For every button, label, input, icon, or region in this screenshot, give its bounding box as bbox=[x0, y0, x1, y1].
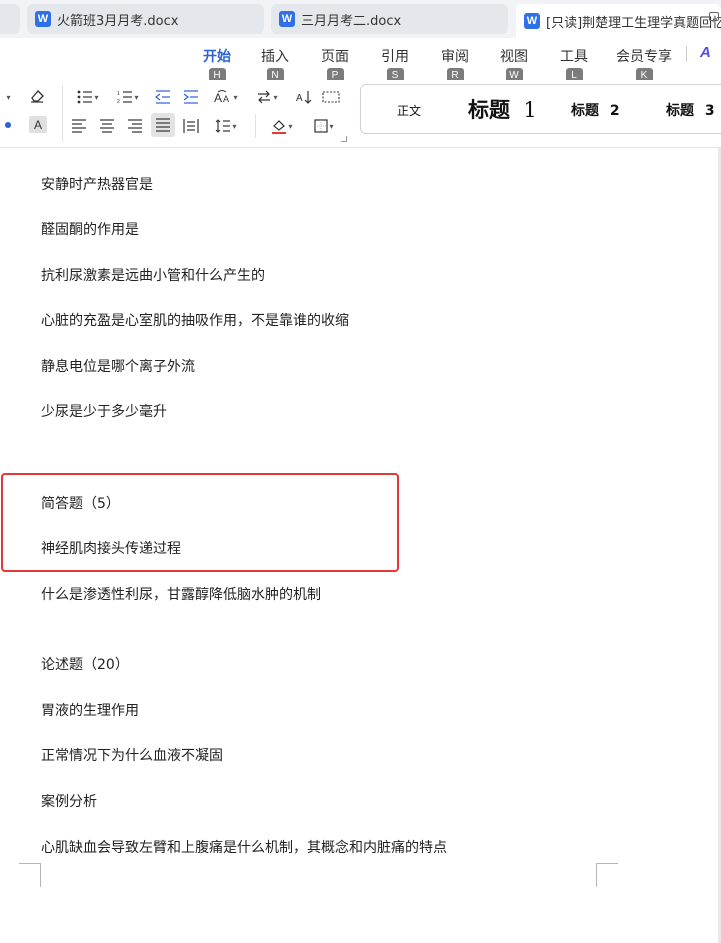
document-paragraph[interactable]: 正常情况下为什么血液不凝固 bbox=[41, 745, 223, 765]
style-gallery: 正文 标题 1 标题 2 标题 3 bbox=[360, 84, 721, 134]
document-paragraph[interactable]: 案例分析 bbox=[41, 791, 97, 811]
document-paragraph[interactable]: 少尿是少于多少毫升 bbox=[41, 401, 167, 421]
menu-insert[interactable]: 插入 N bbox=[261, 46, 289, 83]
tab-screen-icon[interactable] bbox=[709, 12, 719, 21]
text-direction-icon[interactable]: ▾ bbox=[252, 88, 282, 106]
bullet-list-icon[interactable]: ▾ bbox=[72, 88, 104, 106]
menu-home-label: 开始 bbox=[203, 49, 231, 65]
word-icon: W bbox=[279, 11, 295, 27]
document-tab-active[interactable]: W [只读]荆楚理工生理学真题回忆 bbox=[516, 4, 721, 38]
style-normal[interactable]: 正文 bbox=[397, 102, 421, 119]
menu-insert-label: 插入 bbox=[261, 49, 289, 65]
style-heading-2[interactable]: 标题 2 bbox=[571, 100, 620, 120]
increase-indent-icon[interactable] bbox=[181, 88, 201, 106]
document-tab-1[interactable]: W 火箭班3月月考.docx bbox=[27, 4, 264, 34]
document-tab-partial[interactable] bbox=[0, 4, 20, 34]
sort-icon[interactable]: A bbox=[294, 88, 314, 106]
paragraph-settings-launcher-icon[interactable] bbox=[341, 136, 347, 142]
character-shading-icon[interactable]: A bbox=[29, 116, 47, 133]
menu-home[interactable]: 开始 H bbox=[203, 46, 231, 83]
document-paragraph[interactable]: 心脏的充盈是心室肌的抽吸作用，不是靠谁的收缩 bbox=[41, 310, 349, 330]
ribbon-divider bbox=[62, 86, 63, 142]
svg-text:2: 2 bbox=[117, 99, 120, 104]
svg-text:1: 1 bbox=[117, 91, 120, 97]
character-shading-label: A bbox=[33, 117, 42, 132]
style-normal-label: 正文 bbox=[397, 104, 422, 118]
style-heading-2-label: 标题 bbox=[571, 103, 599, 119]
style-heading-2-number: 2 bbox=[609, 103, 620, 119]
document-paragraph[interactable]: 醛固酮的作用是 bbox=[41, 219, 139, 239]
menu-tools[interactable]: 工具 L bbox=[560, 46, 588, 83]
style-heading-1-label: 标题 bbox=[468, 97, 510, 122]
style-heading-1-number: 1 bbox=[523, 98, 537, 122]
menu-bar: 开始 H 插入 N 页面 P 引用 S 审阅 R 视图 W 工具 L 会员专享 … bbox=[0, 38, 721, 83]
shading-fill-icon[interactable]: ▾ bbox=[266, 117, 298, 135]
word-icon: W bbox=[35, 11, 51, 27]
menu-view-label: 视图 bbox=[500, 49, 528, 65]
show-marks-icon[interactable] bbox=[320, 88, 342, 106]
document-paragraph[interactable]: 抗利尿激素是远曲小管和什么产生的 bbox=[41, 265, 265, 285]
align-center-icon[interactable] bbox=[97, 117, 117, 135]
style-heading-1[interactable]: 标题 1 bbox=[468, 94, 537, 124]
highlight-color-icon[interactable] bbox=[0, 116, 16, 134]
section-heading-essay[interactable]: 论述题（20） bbox=[41, 654, 129, 674]
menu-divider bbox=[686, 46, 687, 62]
border-icon[interactable]: ▾ bbox=[308, 117, 340, 135]
word-icon: W bbox=[524, 13, 540, 29]
document-tab-label: 三月月考二.docx bbox=[301, 13, 402, 29]
style-heading-3[interactable]: 标题 3 bbox=[666, 100, 715, 120]
menu-review[interactable]: 审阅 R bbox=[441, 46, 469, 83]
ribbon-divider bbox=[255, 114, 256, 138]
style-heading-3-label: 标题 bbox=[666, 103, 694, 119]
menu-tools-label: 工具 bbox=[560, 49, 588, 65]
highlight-annotation-box bbox=[1, 473, 399, 572]
document-paragraph[interactable]: 安静时产热器官是 bbox=[41, 174, 153, 194]
style-heading-3-number: 3 bbox=[704, 103, 715, 119]
document-paragraph[interactable]: 胃液的生理作用 bbox=[41, 700, 139, 720]
svg-text:A: A bbox=[296, 93, 303, 104]
distributed-align-icon[interactable] bbox=[181, 117, 201, 135]
numbered-list-icon[interactable]: 1 2 ▾ bbox=[112, 88, 144, 106]
menu-review-label: 审阅 bbox=[441, 49, 469, 65]
align-left-icon[interactable] bbox=[69, 117, 89, 135]
change-case-icon[interactable]: A A ▾ bbox=[210, 88, 242, 106]
ai-assistant-icon[interactable]: A bbox=[700, 44, 711, 61]
menu-references[interactable]: 引用 S bbox=[381, 46, 409, 83]
justify-icon[interactable] bbox=[151, 113, 175, 137]
document-paragraph[interactable]: 静息电位是哪个离子外流 bbox=[41, 356, 195, 376]
menu-references-label: 引用 bbox=[381, 49, 409, 65]
document-tab-2[interactable]: W 三月月考二.docx bbox=[271, 4, 508, 34]
page-corner-mark-right bbox=[596, 863, 618, 887]
menu-page[interactable]: 页面 P bbox=[321, 46, 349, 83]
font-size-dropdown-icon[interactable]: ▾ bbox=[0, 88, 16, 106]
clear-format-icon[interactable] bbox=[27, 87, 47, 105]
menu-member[interactable]: 会员专享 K bbox=[616, 46, 672, 83]
line-spacing-icon[interactable]: ▾ bbox=[210, 117, 242, 135]
document-paragraph[interactable]: 心肌缺血会导致左臂和上腹痛是什么机制，其概念和内脏痛的特点 bbox=[41, 837, 447, 857]
tab-bar: W 火箭班3月月考.docx W 三月月考二.docx W [只读]荆楚理工生理… bbox=[0, 0, 721, 38]
document-tab-label: [只读]荆楚理工生理学真题回忆 bbox=[546, 15, 721, 31]
menu-page-label: 页面 bbox=[321, 49, 349, 65]
decrease-indent-icon[interactable] bbox=[153, 88, 173, 106]
page-corner-mark-left bbox=[19, 863, 41, 887]
svg-text:A: A bbox=[223, 94, 229, 104]
svg-text:A: A bbox=[214, 91, 222, 104]
menu-member-label: 会员专享 bbox=[616, 49, 672, 65]
document-paragraph[interactable]: 什么是渗透性利尿，甘露醇降低脑水肿的机制 bbox=[41, 584, 321, 604]
document-tab-label: 火箭班3月月考.docx bbox=[57, 13, 179, 29]
align-right-icon[interactable] bbox=[125, 117, 145, 135]
menu-view[interactable]: 视图 W bbox=[500, 46, 528, 83]
